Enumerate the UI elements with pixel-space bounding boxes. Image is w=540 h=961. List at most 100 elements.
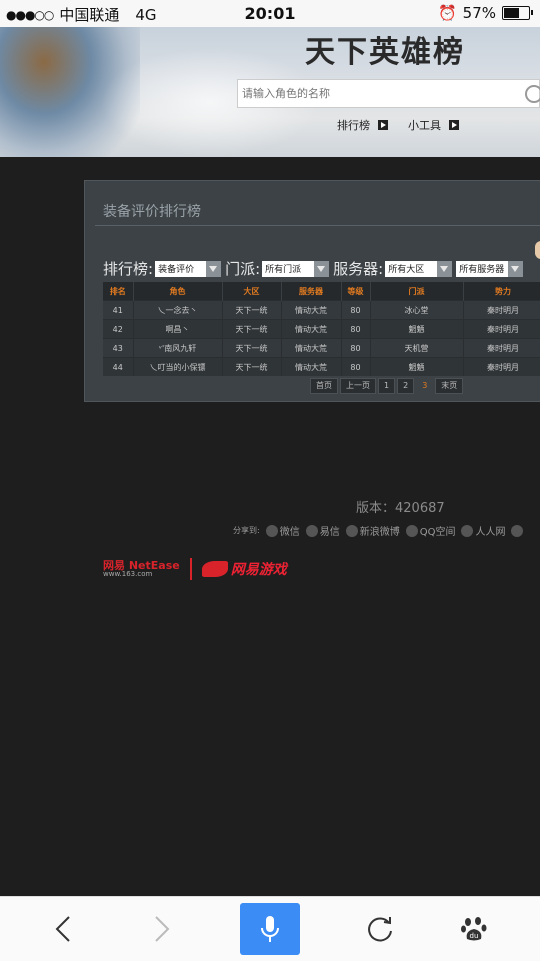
status-right: ⏰ 57% <box>438 4 533 22</box>
footer-logos: 网易 NetEase www.163.com 网易游戏 <box>103 558 287 580</box>
cell-power: 秦时明月 <box>463 357 540 376</box>
share-weibo-label: 新浪微博 <box>359 527 400 538</box>
battery-percent: 57% <box>462 4 496 22</box>
server-filter-label: 服务器: <box>333 260 384 278</box>
share-yixin[interactable]: 易信 <box>305 523 340 538</box>
baidu-home-button[interactable]: du <box>444 897 504 961</box>
cell-region: 天下一统 <box>222 300 282 320</box>
cell-role[interactable]: ᵛ'南风九轩 <box>133 338 223 358</box>
header-banner: 天下英雄榜 排行榜 小工具 <box>0 27 540 157</box>
cell-rank: 44 <box>103 357 134 376</box>
cell-role[interactable]: 乀叮当的小保镖 <box>133 357 223 376</box>
wechat-icon <box>265 524 278 537</box>
col-header-power[interactable]: 势力 <box>463 282 540 301</box>
share-bar: 分享到: 微信 易信 新浪微博 QQ空间 人人网 <box>233 523 524 538</box>
refresh-icon <box>368 917 392 942</box>
last-page-button[interactable]: 末页 <box>435 378 464 394</box>
cell-rank: 43 <box>103 338 134 358</box>
banner-nav: 排行榜 小工具 <box>337 117 459 133</box>
battery-icon <box>502 6 533 20</box>
baidu-paw-icon: du <box>461 917 487 941</box>
cell-faction: 魍魉 <box>370 357 464 376</box>
cell-faction: 天机营 <box>370 338 464 358</box>
col-header-server[interactable]: 服务器 <box>281 282 342 301</box>
cell-level: 80 <box>341 300 371 320</box>
page-2-button[interactable]: 2 <box>397 378 415 394</box>
chevron-left-icon <box>55 916 70 942</box>
back-button[interactable] <box>33 897 93 961</box>
col-header-region[interactable]: 大区 <box>222 282 282 301</box>
col-header-faction[interactable]: 门派 <box>370 282 464 301</box>
chevron-down-icon <box>206 260 222 277</box>
cell-role[interactable]: 啊昌丶 <box>133 319 223 339</box>
ranking-select[interactable]: 装备评价 <box>155 260 222 277</box>
region-select[interactable]: 所有大区 <box>385 260 453 277</box>
cell-server: 情动大荒 <box>281 300 342 320</box>
voice-search-button[interactable] <box>240 903 300 955</box>
table-row[interactable]: 41 乀一念去丶 天下一统 情动大荒 80 冰心堂 秦时明月 <box>103 300 540 320</box>
renren-icon <box>461 524 474 537</box>
search-box[interactable] <box>237 79 540 108</box>
version-text: 版本：420687 <box>356 501 445 516</box>
faction-filter-label: 门派: <box>225 260 261 278</box>
cell-server: 情动大荒 <box>281 357 342 376</box>
share-wechat[interactable]: 微信 <box>265 523 300 538</box>
ranking-filter-label: 排行榜: <box>103 260 154 278</box>
cell-level: 80 <box>341 319 371 339</box>
cell-region: 天下一统 <box>222 338 282 358</box>
cell-rank: 41 <box>103 300 134 320</box>
forward-button[interactable] <box>132 897 192 961</box>
table-row[interactable]: 44 乀叮当的小保镖 天下一统 情动大荒 80 魍魉 秦时明月 <box>103 357 540 376</box>
cell-faction: 魍魉 <box>370 319 464 339</box>
col-header-role[interactable]: 角色 <box>133 282 223 301</box>
chevron-down-icon <box>437 260 453 277</box>
ranking-table: 排名 角色 大区 服务器 等级 门派 势力 41 乀一念去丶 天下一统 情动大荒… <box>103 282 540 376</box>
server-select[interactable]: 所有服务器 <box>456 260 524 277</box>
first-page-button[interactable]: 首页 <box>310 378 338 394</box>
cell-role[interactable]: 乀一念去丶 <box>133 300 223 320</box>
side-handle[interactable] <box>535 241 540 259</box>
region-select-value: 所有大区 <box>388 265 425 275</box>
nav-tools-label: 小工具 <box>408 119 441 132</box>
netease-games-text: 网易游戏 <box>230 562 287 578</box>
col-header-level[interactable]: 等级 <box>341 282 371 301</box>
ranking-panel: 装备评价排行榜 排行榜: 装备评价 门派: 所有门派 服务器: 所有大区 所有服… <box>84 180 540 402</box>
nav-tools-link[interactable]: 小工具 <box>408 117 459 133</box>
cell-region: 天下一统 <box>222 319 282 339</box>
faction-select-value: 所有门派 <box>265 265 302 275</box>
cell-power: 秦时明月 <box>463 319 540 339</box>
panel-title: 装备评价排行榜 <box>103 204 201 220</box>
svg-text:du: du <box>470 932 479 940</box>
refresh-button[interactable] <box>350 897 410 961</box>
filter-bar: 排行榜: 装备评价 门派: 所有门派 服务器: 所有大区 所有服务器 <box>103 258 527 279</box>
share-yixin-label: 易信 <box>319 527 340 538</box>
table-row[interactable]: 43 ᵛ'南风九轩 天下一统 情动大荒 80 天机营 秦时明月 <box>103 338 540 358</box>
play-arrow-icon <box>449 120 459 130</box>
page-title: 天下英雄榜 <box>305 35 465 70</box>
search-icon[interactable] <box>525 85 540 103</box>
qzone-icon <box>405 524 418 537</box>
share-more[interactable] <box>511 524 524 537</box>
chevron-down-icon <box>508 260 524 277</box>
cell-level: 80 <box>341 338 371 358</box>
nav-ranking-label: 排行榜 <box>337 119 370 132</box>
share-renren[interactable]: 人人网 <box>461 523 505 538</box>
table-row[interactable]: 42 啊昌丶 天下一统 情动大荒 80 魍魉 秦时明月 <box>103 319 540 339</box>
chevron-down-icon <box>314 260 330 277</box>
cell-power: 秦时明月 <box>463 300 540 320</box>
page-1-button[interactable]: 1 <box>378 378 396 394</box>
pagination: 首页 上一页 1 2 3 末页 <box>310 378 464 394</box>
cell-region: 天下一统 <box>222 357 282 376</box>
share-weibo[interactable]: 新浪微博 <box>345 523 400 538</box>
nav-ranking-link[interactable]: 排行榜 <box>337 117 388 133</box>
netease-games-logo[interactable]: 网易游戏 <box>201 559 287 579</box>
share-wechat-label: 微信 <box>279 527 300 538</box>
netease-logo[interactable]: 网易 NetEase www.163.com <box>103 560 180 578</box>
col-header-rank[interactable]: 排名 <box>103 282 134 301</box>
search-input[interactable] <box>238 80 526 107</box>
logo-divider <box>189 558 192 580</box>
prev-page-button[interactable]: 上一页 <box>340 378 376 394</box>
faction-select[interactable]: 所有门派 <box>262 260 330 277</box>
table-header-row: 排名 角色 大区 服务器 等级 门派 势力 <box>103 282 540 301</box>
share-qzone[interactable]: QQ空间 <box>405 523 455 538</box>
